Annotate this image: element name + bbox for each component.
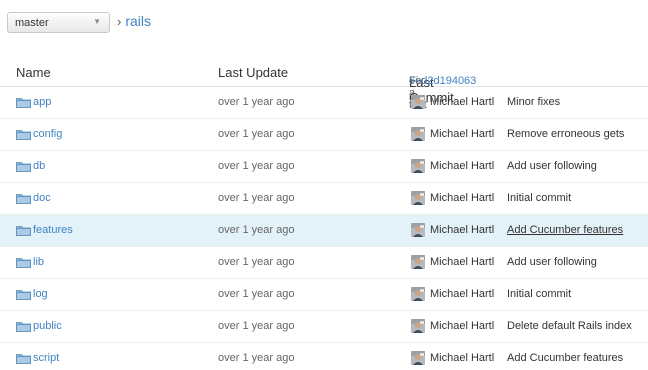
avatar <box>411 127 425 141</box>
file-name-link[interactable]: log <box>33 288 48 300</box>
file-name-link[interactable]: app <box>33 96 51 108</box>
chevron-down-icon: ▼ <box>93 17 101 26</box>
file-name-link[interactable]: db <box>33 160 45 172</box>
file-name-link[interactable]: features <box>33 224 73 236</box>
last-update-text: over 1 year ago <box>218 288 295 300</box>
folder-icon <box>16 193 31 204</box>
commit-message-link[interactable]: Initial commit <box>507 288 571 300</box>
last-update-text: over 1 year ago <box>218 192 295 204</box>
table-row[interactable]: log over 1 year ago Michael Hartl Initia… <box>0 279 648 311</box>
commit-message-link[interactable]: Add Cucumber features <box>507 352 623 364</box>
breadcrumb-separator: › <box>117 13 122 29</box>
commit-author[interactable]: Michael Hartl <box>430 224 494 236</box>
branch-select[interactable]: master ▼ <box>7 12 110 33</box>
folder-icon <box>16 289 31 300</box>
file-name-link[interactable]: config <box>33 128 62 140</box>
commit-author[interactable]: Michael Hartl <box>430 128 494 140</box>
file-name-link[interactable]: script <box>33 352 59 364</box>
commit-author[interactable]: Michael Hartl <box>430 96 494 108</box>
folder-icon <box>16 225 31 236</box>
file-name-link[interactable]: doc <box>33 192 51 204</box>
file-name-link[interactable]: lib <box>33 256 44 268</box>
avatar <box>411 255 425 269</box>
table-row[interactable]: lib over 1 year ago Michael Hartl Add us… <box>0 247 648 279</box>
commit-message-link[interactable]: Add Cucumber features <box>507 224 623 236</box>
avatar <box>411 95 425 109</box>
commit-message-link[interactable]: Delete default Rails index <box>507 320 632 332</box>
last-update-text: over 1 year ago <box>218 224 295 236</box>
commit-message-link[interactable]: Minor fixes <box>507 96 560 108</box>
commit-message-link[interactable]: Add user following <box>507 256 597 268</box>
table-row[interactable]: features over 1 year ago Michael Hartl A… <box>0 215 648 247</box>
table-row[interactable]: db over 1 year ago Michael Hartl Add use… <box>0 151 648 183</box>
folder-icon <box>16 97 31 108</box>
branch-select-value: master <box>15 16 49 29</box>
column-header-name: Name <box>16 65 51 80</box>
avatar <box>411 351 425 365</box>
file-table-header: Name Last Update Last Commit › 6ed2d1940… <box>0 55 648 111</box>
folder-icon <box>16 257 31 268</box>
breadcrumb: › rails <box>117 13 151 29</box>
commit-message-link[interactable]: Remove erroneous gets <box>507 128 624 140</box>
table-row[interactable]: config over 1 year ago Michael Hartl Rem… <box>0 119 648 151</box>
breadcrumb-repo-link[interactable]: rails <box>125 13 151 29</box>
file-name-link[interactable]: public <box>33 320 62 332</box>
table-row[interactable]: doc over 1 year ago Michael Hartl Initia… <box>0 183 648 215</box>
commit-author[interactable]: Michael Hartl <box>430 288 494 300</box>
avatar <box>411 223 425 237</box>
commit-author[interactable]: Michael Hartl <box>430 320 494 332</box>
table-row[interactable]: app over 1 year ago Michael Hartl Minor … <box>0 87 648 119</box>
folder-icon <box>16 353 31 364</box>
commit-author[interactable]: Michael Hartl <box>430 192 494 204</box>
file-table-body: app over 1 year ago Michael Hartl Minor … <box>0 87 648 370</box>
column-header-last-update: Last Update <box>218 65 289 80</box>
folder-icon <box>16 161 31 172</box>
folder-icon <box>16 129 31 140</box>
last-update-text: over 1 year ago <box>218 128 295 140</box>
folder-icon <box>16 321 31 332</box>
commit-author[interactable]: Michael Hartl <box>430 160 494 172</box>
last-update-text: over 1 year ago <box>218 256 295 268</box>
commit-author[interactable]: Michael Hartl <box>430 256 494 268</box>
commit-message-link[interactable]: Initial commit <box>507 192 571 204</box>
last-update-text: over 1 year ago <box>218 96 295 108</box>
commit-message-link[interactable]: Add user following <box>507 160 597 172</box>
avatar <box>411 319 425 333</box>
last-update-text: over 1 year ago <box>218 160 295 172</box>
table-row[interactable]: public over 1 year ago Michael Hartl Del… <box>0 311 648 343</box>
commit-author[interactable]: Michael Hartl <box>430 352 494 364</box>
avatar <box>411 287 425 301</box>
last-update-text: over 1 year ago <box>218 320 295 332</box>
avatar <box>411 191 425 205</box>
table-row[interactable]: script over 1 year ago Michael Hartl Add… <box>0 343 648 370</box>
avatar <box>411 159 425 173</box>
last-update-text: over 1 year ago <box>218 352 295 364</box>
